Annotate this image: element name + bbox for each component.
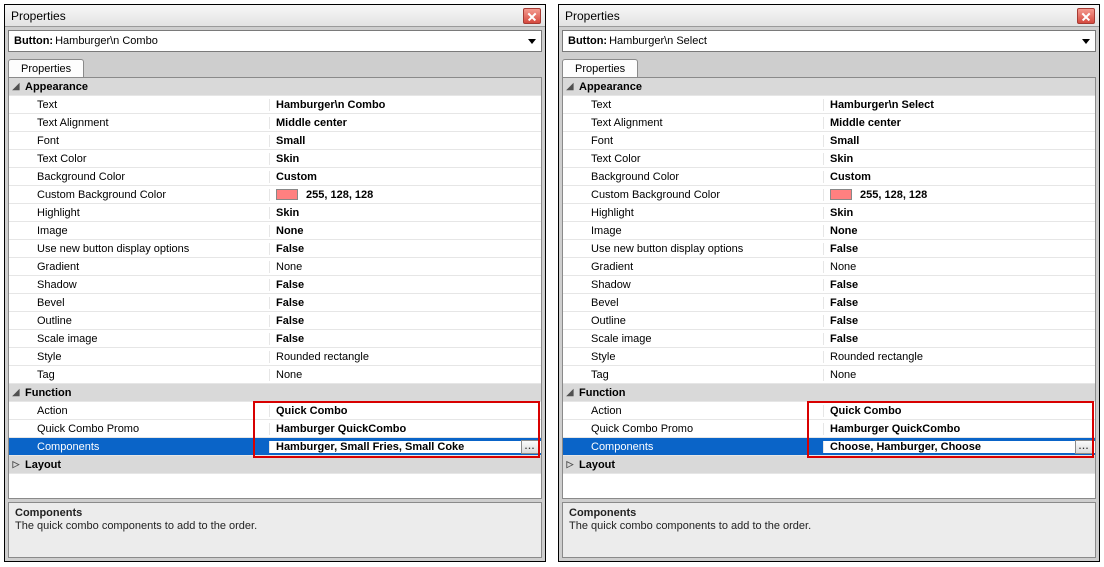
- window-title: Properties: [11, 9, 66, 23]
- prop-row-action[interactable]: .ActionQuick Combo: [9, 402, 541, 420]
- prop-row-text-color[interactable]: .Text ColorSkin: [9, 150, 541, 168]
- collapse-icon[interactable]: ◢: [563, 82, 577, 91]
- ellipsis-button[interactable]: ...: [1075, 441, 1093, 453]
- properties-panel-right: Properties Button: Hamburger\n Select Pr…: [558, 4, 1100, 562]
- close-icon[interactable]: [523, 8, 541, 24]
- prop-row-custom-background-color[interactable]: .Custom Background Color255, 128, 128: [563, 186, 1095, 204]
- tab-strip: Properties: [8, 55, 542, 77]
- expand-icon[interactable]: ▷: [9, 460, 23, 469]
- prop-row-custom-background-color[interactable]: .Custom Background Color255, 128, 128: [9, 186, 541, 204]
- category-layout[interactable]: ▷Layout: [9, 456, 541, 474]
- prop-row-image[interactable]: .ImageNone: [563, 222, 1095, 240]
- collapse-icon[interactable]: ◢: [563, 388, 577, 397]
- prop-row-components[interactable]: .ComponentsChoose, Hamburger, Choose...: [563, 438, 1095, 456]
- property-grid: ◢Appearance .TextHamburger\n Combo .Text…: [8, 77, 542, 499]
- description-body: The quick combo components to add to the…: [15, 520, 535, 532]
- prop-row-action[interactable]: .ActionQuick Combo: [563, 402, 1095, 420]
- category-appearance[interactable]: ◢Appearance: [563, 78, 1095, 96]
- expand-icon[interactable]: ▷: [563, 460, 577, 469]
- prop-row-text-alignment[interactable]: .Text AlignmentMiddle center: [9, 114, 541, 132]
- prop-row-gradient[interactable]: .GradientNone: [563, 258, 1095, 276]
- property-grid: ◢Appearance .TextHamburger\n Select .Tex…: [562, 77, 1096, 499]
- prop-row-tag[interactable]: .TagNone: [563, 366, 1095, 384]
- properties-panel-left: Properties Button: Hamburger\n Combo Pro…: [4, 4, 546, 562]
- description-body: The quick combo components to add to the…: [569, 520, 1089, 532]
- prop-row-background-color[interactable]: .Background ColorCustom: [563, 168, 1095, 186]
- prop-row-outline[interactable]: .OutlineFalse: [9, 312, 541, 330]
- window-title: Properties: [565, 9, 620, 23]
- prop-row-bevel[interactable]: .BevelFalse: [563, 294, 1095, 312]
- color-swatch: [276, 189, 298, 200]
- selector-prefix: Button:: [568, 35, 607, 47]
- titlebar: Properties: [559, 5, 1099, 27]
- prop-row-text[interactable]: .TextHamburger\n Combo: [9, 96, 541, 114]
- tab-properties[interactable]: Properties: [8, 59, 84, 78]
- prop-row-background-color[interactable]: .Background ColorCustom: [9, 168, 541, 186]
- selector-prefix: Button:: [14, 35, 53, 47]
- prop-row-text-color[interactable]: .Text ColorSkin: [563, 150, 1095, 168]
- prop-row-scale-image[interactable]: .Scale imageFalse: [9, 330, 541, 348]
- prop-row-use-new-button-display-options[interactable]: .Use new button display optionsFalse: [9, 240, 541, 258]
- prop-row-highlight[interactable]: .HighlightSkin: [563, 204, 1095, 222]
- object-selector-dropdown[interactable]: Button: Hamburger\n Combo: [8, 30, 542, 52]
- ellipsis-button[interactable]: ...: [521, 441, 539, 453]
- tab-strip: Properties: [562, 55, 1096, 77]
- category-function[interactable]: ◢Function: [563, 384, 1095, 402]
- prop-row-style[interactable]: .StyleRounded rectangle: [563, 348, 1095, 366]
- selector-value: Hamburger\n Combo: [55, 35, 528, 47]
- description-title: Components: [569, 507, 1089, 519]
- prop-row-tag[interactable]: .TagNone: [9, 366, 541, 384]
- prop-row-bevel[interactable]: .BevelFalse: [9, 294, 541, 312]
- collapse-icon[interactable]: ◢: [9, 388, 23, 397]
- prop-row-components[interactable]: .ComponentsHamburger, Small Fries, Small…: [9, 438, 541, 456]
- prop-row-scale-image[interactable]: .Scale imageFalse: [563, 330, 1095, 348]
- tab-properties[interactable]: Properties: [562, 59, 638, 78]
- collapse-icon[interactable]: ◢: [9, 82, 23, 91]
- chevron-down-icon: [528, 39, 536, 44]
- description-title: Components: [15, 507, 535, 519]
- prop-row-quick-combo-promo[interactable]: .Quick Combo PromoHamburger QuickCombo: [563, 420, 1095, 438]
- category-layout[interactable]: ▷Layout: [563, 456, 1095, 474]
- selector-value: Hamburger\n Select: [609, 35, 1082, 47]
- description-pane: Components The quick combo components to…: [8, 502, 542, 558]
- prop-row-image[interactable]: .ImageNone: [9, 222, 541, 240]
- prop-row-highlight[interactable]: .HighlightSkin: [9, 204, 541, 222]
- dual-panel-canvas: Properties Button: Hamburger\n Combo Pro…: [0, 0, 1104, 566]
- prop-row-quick-combo-promo[interactable]: .Quick Combo PromoHamburger QuickCombo: [9, 420, 541, 438]
- prop-row-style[interactable]: .StyleRounded rectangle: [9, 348, 541, 366]
- object-selector-dropdown[interactable]: Button: Hamburger\n Select: [562, 30, 1096, 52]
- prop-row-use-new-button-display-options[interactable]: .Use new button display optionsFalse: [563, 240, 1095, 258]
- prop-row-gradient[interactable]: .GradientNone: [9, 258, 541, 276]
- prop-row-shadow[interactable]: .ShadowFalse: [9, 276, 541, 294]
- color-swatch: [830, 189, 852, 200]
- prop-row-font[interactable]: .FontSmall: [563, 132, 1095, 150]
- prop-row-outline[interactable]: .OutlineFalse: [563, 312, 1095, 330]
- category-function[interactable]: ◢Function: [9, 384, 541, 402]
- prop-row-text[interactable]: .TextHamburger\n Select: [563, 96, 1095, 114]
- close-icon[interactable]: [1077, 8, 1095, 24]
- prop-row-shadow[interactable]: .ShadowFalse: [563, 276, 1095, 294]
- prop-row-text-alignment[interactable]: .Text AlignmentMiddle center: [563, 114, 1095, 132]
- prop-row-font[interactable]: .FontSmall: [9, 132, 541, 150]
- category-appearance[interactable]: ◢Appearance: [9, 78, 541, 96]
- chevron-down-icon: [1082, 39, 1090, 44]
- description-pane: Components The quick combo components to…: [562, 502, 1096, 558]
- titlebar: Properties: [5, 5, 545, 27]
